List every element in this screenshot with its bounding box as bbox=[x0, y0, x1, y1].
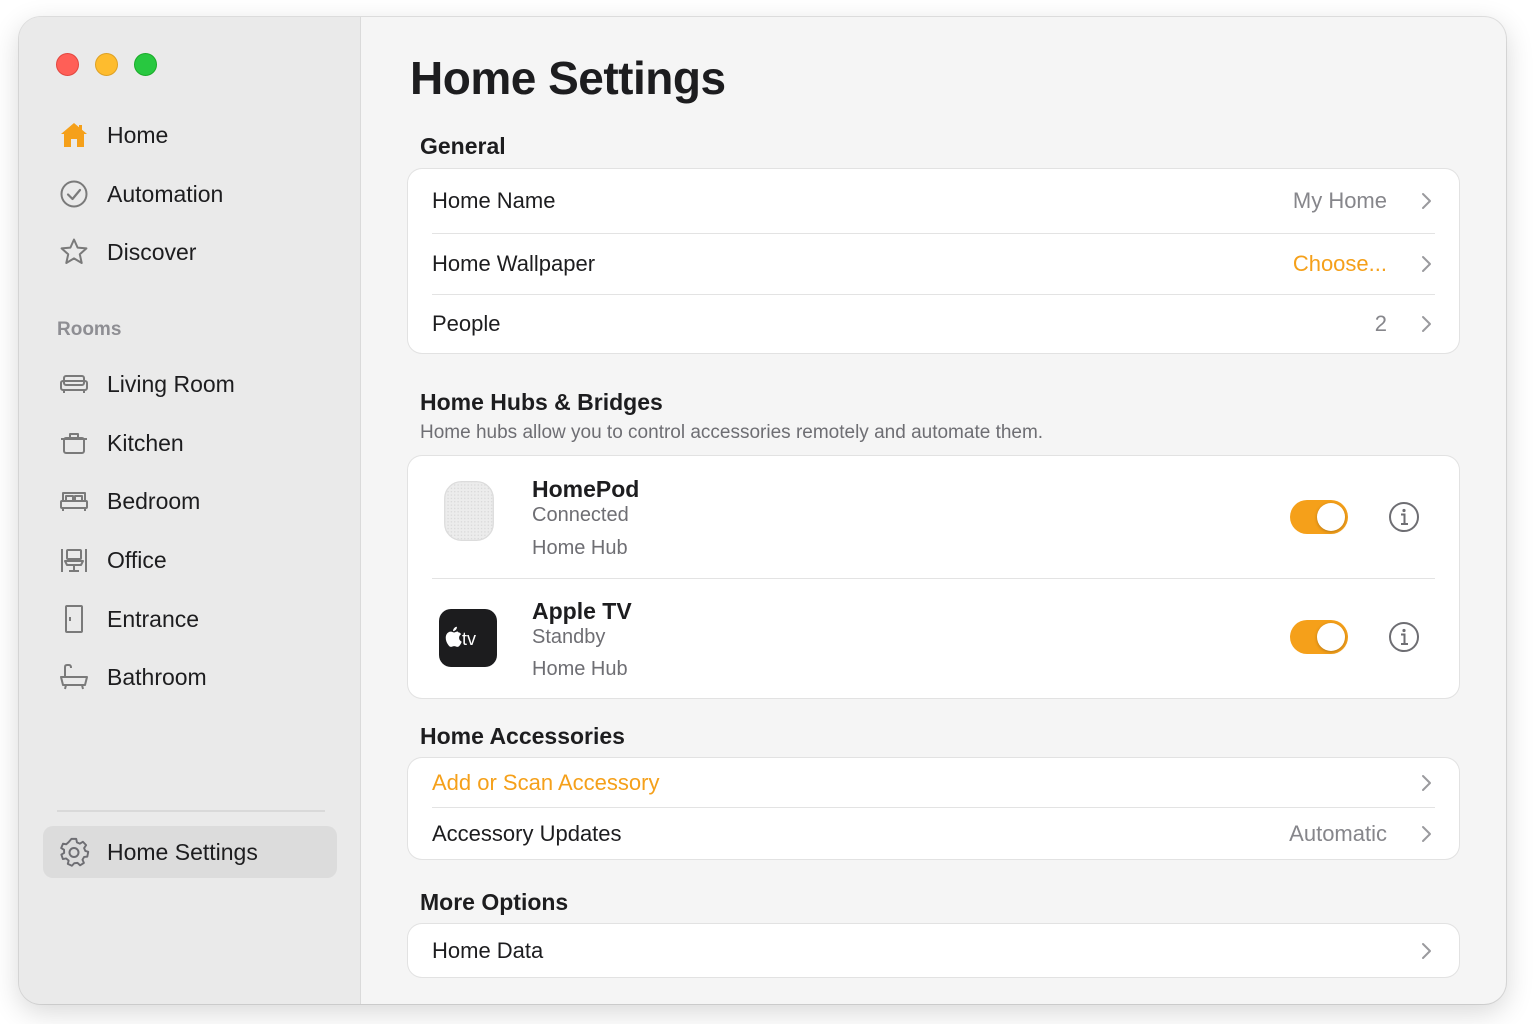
house-icon bbox=[57, 118, 91, 152]
general-card: Home Name My Home Home Wallpaper Choose.… bbox=[408, 169, 1459, 353]
row-label: Home Name bbox=[432, 188, 556, 213]
hub-status: Connected bbox=[532, 504, 629, 526]
sidebar-item-entrance[interactable]: Entrance bbox=[43, 593, 337, 645]
row-label: People bbox=[432, 311, 501, 336]
sidebar-item-label: Entrance bbox=[107, 605, 200, 632]
apple-tv-icon: tv bbox=[439, 609, 497, 667]
sidebar-item-label: Discover bbox=[107, 238, 197, 265]
sidebar-item-label: Bathroom bbox=[107, 663, 207, 690]
hubs-card: HomePod Connected Home Hub tv Apple TV S… bbox=[408, 456, 1459, 698]
sidebar-item-label: Bedroom bbox=[107, 487, 201, 514]
row-value: My Home bbox=[1292, 188, 1387, 213]
add-accessory-link[interactable]: Add or Scan Accessory bbox=[432, 770, 659, 796]
chevron-right-icon bbox=[1422, 825, 1431, 842]
star-icon bbox=[57, 235, 91, 269]
sidebar-item-office[interactable]: Office bbox=[43, 534, 337, 586]
sidebar-item-home[interactable]: Home bbox=[43, 109, 337, 161]
checkmark-circle-icon bbox=[57, 177, 91, 211]
sidebar-item-label: Office bbox=[107, 546, 167, 573]
accessories-card: Add or Scan Accessory Accessory Updates … bbox=[408, 758, 1459, 859]
hubs-heading: Home Hubs & Bridges bbox=[420, 389, 663, 415]
sidebar-item-label: Home bbox=[107, 121, 169, 148]
door-icon bbox=[57, 602, 91, 636]
sidebar-item-bathroom[interactable]: Bathroom bbox=[43, 651, 337, 703]
choose-wallpaper-link[interactable]: Choose... bbox=[1293, 251, 1387, 277]
row-label: Accessory Updates bbox=[432, 820, 622, 846]
accessory-updates-row[interactable]: Accessory Updates Automatic bbox=[408, 808, 1459, 859]
more-options-card: Home Data bbox=[408, 924, 1459, 977]
sidebar-item-automation[interactable]: Automation bbox=[43, 168, 337, 220]
more-options-heading: More Options bbox=[420, 889, 569, 915]
hub-name: HomePod bbox=[532, 476, 640, 502]
hub-role: Home Hub bbox=[532, 658, 628, 680]
sidebar-divider bbox=[57, 810, 325, 812]
homepod-toggle[interactable] bbox=[1290, 500, 1348, 534]
sidebar-item-bedroom[interactable]: Bedroom bbox=[43, 475, 337, 527]
home-wallpaper-row[interactable]: Home Wallpaper Choose... bbox=[408, 234, 1459, 294]
window-controls bbox=[56, 53, 157, 76]
sidebar-item-kitchen[interactable]: Kitchen bbox=[43, 417, 337, 469]
sidebar: Home Automation Discover Rooms Living Ro… bbox=[19, 17, 361, 1004]
sidebar-item-label: Home Settings bbox=[107, 838, 258, 865]
zoom-window-button[interactable] bbox=[134, 53, 157, 76]
app-window: Home Automation Discover Rooms Living Ro… bbox=[19, 17, 1506, 1004]
chevron-right-icon bbox=[1422, 193, 1431, 209]
home-name-row[interactable]: Home Name My Home bbox=[408, 169, 1459, 233]
people-row[interactable]: People 2 bbox=[408, 295, 1459, 353]
sidebar-item-home-settings[interactable]: Home Settings bbox=[43, 826, 337, 878]
close-window-button[interactable] bbox=[56, 53, 79, 76]
row-label: Home Wallpaper bbox=[432, 251, 596, 276]
page-title: Home Settings bbox=[410, 52, 726, 104]
pot-icon bbox=[57, 426, 91, 460]
chevron-right-icon bbox=[1422, 256, 1431, 272]
row-label: Home Data bbox=[432, 937, 544, 963]
chevron-right-icon bbox=[1422, 942, 1431, 959]
hub-name: Apple TV bbox=[532, 598, 632, 624]
apple-tv-icon-text: tv bbox=[462, 629, 476, 649]
hub-role: Home Hub bbox=[532, 537, 628, 559]
info-icon[interactable] bbox=[1388, 501, 1420, 533]
bed-icon bbox=[57, 484, 91, 518]
row-value: Automatic bbox=[1289, 820, 1387, 846]
chevron-right-icon bbox=[1422, 774, 1431, 791]
hubs-subtitle: Home hubs allow you to control accessori… bbox=[420, 422, 1044, 443]
minimize-window-button[interactable] bbox=[95, 53, 118, 76]
home-data-row[interactable]: Home Data bbox=[408, 924, 1459, 977]
row-divider bbox=[432, 578, 1435, 579]
sidebar-item-living-room[interactable]: Living Room bbox=[43, 358, 337, 410]
general-heading: General bbox=[420, 133, 506, 159]
hub-status: Standby bbox=[532, 626, 606, 648]
sidebar-item-label: Living Room bbox=[107, 370, 235, 397]
info-icon[interactable] bbox=[1388, 621, 1420, 653]
row-value: 2 bbox=[1374, 311, 1387, 336]
rooms-heading: Rooms bbox=[57, 319, 122, 340]
sidebar-item-label: Automation bbox=[107, 180, 224, 207]
homepod-icon bbox=[444, 481, 494, 541]
bathtub-icon bbox=[57, 660, 91, 694]
sofa-icon bbox=[57, 367, 91, 401]
add-accessory-row[interactable]: Add or Scan Accessory bbox=[408, 758, 1459, 807]
sidebar-item-label: Kitchen bbox=[107, 429, 184, 456]
chevron-right-icon bbox=[1422, 316, 1431, 332]
main-content: Home Settings General Home Name My Home … bbox=[361, 17, 1506, 1004]
sidebar-item-discover[interactable]: Discover bbox=[43, 226, 337, 278]
desk-chair-icon bbox=[57, 543, 91, 577]
accessories-heading: Home Accessories bbox=[420, 723, 625, 749]
apple-tv-toggle[interactable] bbox=[1290, 620, 1348, 654]
gear-icon bbox=[57, 835, 91, 869]
